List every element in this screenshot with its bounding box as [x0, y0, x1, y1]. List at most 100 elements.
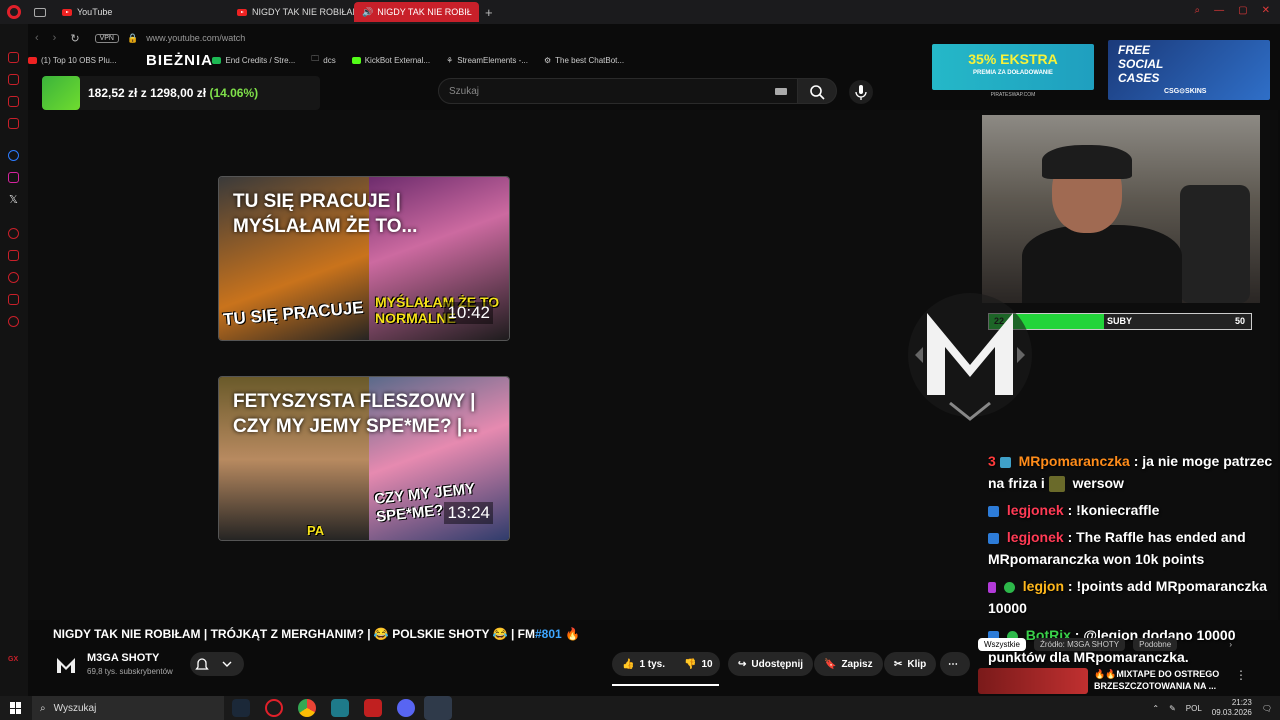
settings-icon[interactable] — [8, 316, 19, 327]
recommendation-filters: Wszystkie Źródło: M3GA SHOTY Podobne › — [978, 636, 1278, 652]
mic-icon — [855, 85, 867, 100]
discord-icon[interactable] — [397, 699, 415, 717]
close-button[interactable]: ✕ — [1262, 5, 1270, 16]
steam-icon[interactable] — [232, 699, 250, 717]
ticker-percent: (14.06%) — [209, 86, 259, 100]
browser-sidebar: 𝕏 GX — [0, 24, 28, 696]
tab-youtube[interactable]: YouTube — [54, 2, 179, 22]
filter-similar[interactable]: Podobne — [1133, 637, 1178, 651]
sidebar-add-icon[interactable] — [8, 228, 19, 239]
chat-message: legjon : !points add MRpomaranczka 10000 — [988, 575, 1280, 619]
donation-ticker: 182,52 zł z 1298,00 zł (14.06%) — [42, 76, 320, 110]
gx-icon[interactable]: GX — [8, 656, 18, 663]
bookmark-item[interactable]: End Credits / Stre... — [212, 56, 295, 65]
speaker-icon: 🔊 — [362, 6, 374, 17]
bookmark-item[interactable]: (1) Top 10 OBS Plu... — [28, 56, 116, 65]
search-tabs-icon[interactable]: ⌕ — [1195, 5, 1201, 16]
reload-icon[interactable]: ↻ — [70, 32, 79, 45]
windows-start-icon[interactable] — [10, 702, 22, 714]
clock[interactable]: 21:23 09.03.2026 — [1212, 698, 1252, 718]
sidebar-music-icon[interactable] — [8, 118, 19, 129]
ad-pirateswap-sub: PREMIA ZA DOŁADOWANIE — [973, 70, 1053, 76]
bookmark-icon: 🔖 — [824, 658, 837, 670]
dislike-button[interactable]: 👎 10 — [674, 652, 720, 676]
chrome-icon[interactable] — [298, 699, 316, 717]
chatbot-icon: ⚙ — [543, 55, 552, 65]
share-button[interactable]: ↪ Udostępnij — [728, 652, 814, 676]
filter-source[interactable]: Źródło: M3GA SHOTY — [1034, 637, 1126, 651]
video-hashtag[interactable]: #801 — [535, 627, 562, 641]
search-input[interactable]: Szukaj — [438, 78, 798, 104]
video-duration: 13:24 — [444, 502, 493, 524]
chat-badge-icon — [988, 532, 999, 544]
lock-icon[interactable]: 🔒 — [127, 33, 138, 44]
minimize-button[interactable]: — — [1214, 5, 1224, 16]
opera-logo-icon[interactable] — [7, 5, 21, 19]
instagram-icon[interactable] — [8, 172, 19, 183]
x-twitter-icon[interactable]: 𝕏 — [9, 193, 18, 206]
url-field[interactable]: www.youtube.com/watch — [146, 33, 245, 43]
history-icon[interactable] — [8, 272, 19, 283]
sidebar-shopping-icon[interactable] — [8, 74, 19, 85]
kick-icon — [351, 56, 361, 64]
new-tab-button[interactable]: + — [485, 5, 493, 20]
save-button[interactable]: 🔖 Zapisz — [814, 652, 883, 676]
tab-video-active[interactable]: 🔊 NIGDY TAK NIE ROBIŁ — [354, 2, 479, 22]
recommended-thumbnail[interactable] — [978, 668, 1088, 694]
opera-gx-icon[interactable] — [265, 699, 283, 717]
maximize-button[interactable]: ▢ — [1238, 5, 1247, 16]
bookmark-item[interactable]: ⚘ StreamElements -... — [446, 56, 528, 65]
tab-video-1[interactable]: NIGDY TAK NIE ROBIŁAM — [229, 2, 354, 22]
video-card[interactable]: TU SIĘ PRACUJE | MYŚLAŁAM ŻE TO... TU SI… — [218, 176, 510, 341]
notification-bell-button[interactable] — [190, 652, 244, 676]
extensions-icon[interactable] — [8, 294, 19, 305]
chat-badge-icon — [999, 456, 1011, 468]
sidebar-wallet-icon[interactable] — [8, 250, 19, 261]
chat-username: MRpomaranczka — [1018, 453, 1130, 469]
verified-badge-icon — [1003, 581, 1015, 593]
app-icon[interactable] — [331, 699, 349, 717]
recommended-more-icon[interactable]: ⋮ — [1235, 668, 1247, 682]
sidebar-aria-icon[interactable] — [8, 52, 19, 63]
vpn-badge[interactable]: VPN — [94, 33, 119, 43]
filter-all[interactable]: Wszystkie — [978, 637, 1026, 651]
chevron-up-icon[interactable]: ⌃ — [1152, 704, 1159, 713]
browser-tab-bar: YouTube NIGDY TAK NIE ROBIŁAM 🔊 NIGDY TAK… — [0, 0, 1280, 24]
taskbar-search[interactable]: ⌕ Wyszukaj — [32, 696, 224, 720]
ticker-goal: 1298,00 zł — [150, 86, 207, 100]
clip-button[interactable]: ✂ Klip — [884, 652, 937, 676]
ad-pirateswap[interactable]: 35% EKSTRA PREMIA ZA DOŁADOWANIE PIRATES… — [932, 44, 1094, 98]
voicemeeter-icon[interactable] — [364, 699, 382, 717]
workspaces-icon[interactable] — [34, 7, 46, 17]
chevron-right-icon[interactable]: › — [1229, 640, 1232, 649]
thumbs-up-icon: 👍 — [622, 658, 635, 670]
language-indicator[interactable]: POL — [1186, 704, 1202, 713]
bookmark-item[interactable]: 🗀 dcs — [311, 53, 335, 67]
forward-icon[interactable]: › — [53, 32, 57, 44]
search-button[interactable] — [797, 78, 837, 104]
edge-icon[interactable] — [424, 696, 452, 720]
share-icon: ↪ — [738, 658, 747, 670]
bookmark-item[interactable]: KickBot External... — [351, 56, 430, 65]
ad-csgoskins[interactable]: FREE SOCIAL CASES CSG⊙SKINS — [1108, 40, 1270, 100]
chat-username: legjonek — [1006, 529, 1064, 545]
sidebar-player-icon[interactable] — [8, 96, 19, 107]
youtube-icon — [62, 8, 72, 16]
video-card[interactable]: FETYSZYSTA FLESZOWY | CZY MY JEMY SPE*ME… — [218, 376, 510, 541]
like-button[interactable]: 👍 1 tys. — [612, 652, 674, 676]
mic-button[interactable] — [849, 80, 873, 104]
recommended-title[interactable]: 🔥🔥MIXTAPE DO OSTREGO BRZESZCZOTOWANIA NA… — [1094, 668, 1224, 692]
bookmark-item[interactable]: ⚙ The best ChatBot... — [544, 56, 624, 65]
pen-icon[interactable]: ✎ — [1169, 704, 1176, 713]
notification-icon[interactable]: 🗨 — [1262, 704, 1272, 713]
more-actions-button[interactable]: ⋯ — [940, 652, 970, 676]
keyboard-icon[interactable] — [775, 88, 787, 95]
messenger-icon[interactable] — [8, 150, 19, 161]
ad-csgoskins-headline: FREE SOCIAL CASES — [1118, 43, 1164, 85]
channel-name[interactable]: M3GA SHOTY — [87, 652, 159, 664]
back-icon[interactable]: ‹ — [35, 32, 39, 44]
channel-avatar[interactable] — [54, 653, 78, 677]
ticker-current: 182,52 zł — [88, 86, 138, 100]
ticker-logo — [42, 76, 80, 110]
webcam-chair — [1180, 185, 1250, 303]
